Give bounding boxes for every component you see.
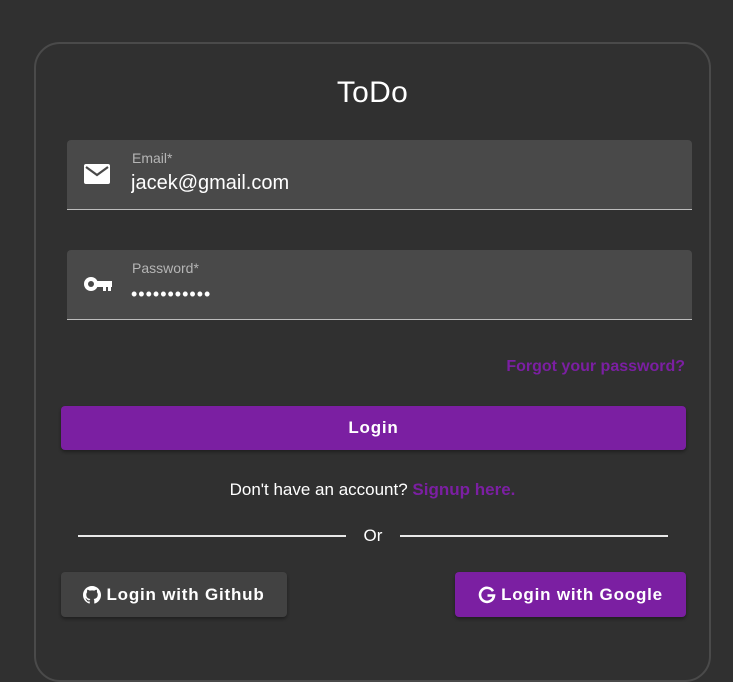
mail-icon (83, 162, 111, 186)
github-icon (83, 585, 102, 604)
password-input[interactable]: ••••••••••• (131, 284, 671, 305)
signup-prompt: Don't have an account? Signup here. (0, 480, 733, 500)
github-login-label: Login with Github (106, 584, 265, 604)
password-label: Password* (132, 260, 199, 276)
divider-label: Or (363, 526, 383, 545)
email-field[interactable]: Email* (67, 140, 692, 210)
signup-prompt-text: Don't have an account? (229, 480, 408, 499)
forgot-password-link[interactable]: Forgot your password? (506, 358, 685, 376)
login-button-label: Login (348, 418, 399, 437)
password-field[interactable]: Password* ••••••••••• (67, 250, 692, 320)
divider-line-right (400, 535, 668, 537)
login-button[interactable]: Login (61, 406, 686, 450)
signup-link[interactable]: Signup here. (412, 480, 515, 499)
google-login-label: Login with Google (501, 584, 663, 604)
email-input[interactable] (131, 172, 671, 195)
app-title: ToDo (336, 76, 409, 109)
divider-line-left (78, 535, 346, 537)
github-login-button[interactable]: Login with Github (61, 572, 287, 617)
google-login-button[interactable]: Login with Google (455, 572, 686, 617)
email-label: Email* (132, 150, 173, 166)
key-icon (83, 272, 112, 296)
google-icon (478, 586, 496, 604)
